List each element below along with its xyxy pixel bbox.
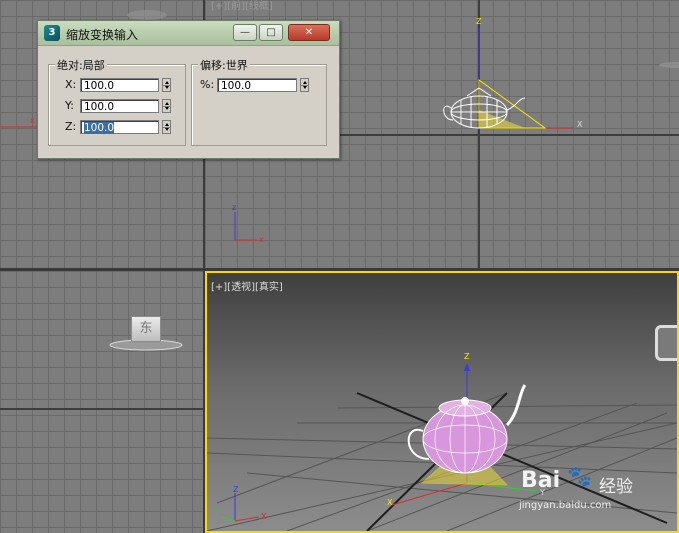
offset-percent-spinner[interactable]	[300, 78, 309, 92]
view-cube[interactable]: 东	[131, 316, 161, 342]
svg-text:X: X	[261, 512, 267, 521]
z-scale-field[interactable]: 100.0	[80, 120, 159, 134]
perspective-edge-object	[655, 325, 677, 361]
viewport-left[interactable]: 东	[0, 271, 203, 533]
svg-text:Y: Y	[214, 508, 220, 517]
absolute-local-group: 绝对:局部 X: 100.0 Y: 100.0 Z: 100.0	[48, 57, 186, 146]
maximize-button[interactable]: □	[259, 24, 283, 41]
y-label: Y:	[65, 99, 74, 112]
offset-percent-field[interactable]: 100.0	[217, 78, 297, 92]
svg-text:Z: Z	[464, 352, 470, 361]
svg-text:x: x	[259, 235, 264, 244]
svg-text:X: X	[387, 498, 393, 507]
svg-text:Z: Z	[233, 485, 239, 494]
front-mini-axis: x z	[232, 203, 264, 244]
svg-text:z: z	[232, 203, 236, 212]
x-scale-field[interactable]: 100.0	[80, 78, 159, 92]
app-icon: 3	[44, 25, 60, 41]
offset-world-title: 偏移:世界	[198, 57, 250, 73]
svg-text:Z: Z	[476, 17, 482, 26]
offset-world-group: 偏移:世界 %: 100.0	[191, 57, 327, 146]
y-scale-spinner[interactable]	[162, 99, 171, 113]
absolute-local-title: 绝对:局部	[55, 57, 107, 73]
paw-icon: 🐾	[567, 464, 592, 488]
svg-text:x: x	[30, 116, 35, 125]
percent-label: %:	[200, 78, 215, 91]
top-view-object	[127, 10, 167, 20]
dialog-title: 缩放变换输入	[66, 28, 139, 42]
perspective-mini-axis: Z Y X	[214, 485, 267, 522]
z-label: Z:	[65, 120, 77, 133]
scale-transform-dialog[interactable]: 3 缩放变换输入 — □ ✕ 绝对:局部 X: 100.0 Y: 100.0 Z…	[37, 20, 340, 159]
close-button[interactable]: ✕	[288, 24, 330, 41]
x-label: X:	[65, 78, 77, 91]
left-scene	[0, 339, 203, 410]
minimize-button[interactable]: —	[233, 24, 257, 41]
dialog-titlebar[interactable]: 3 缩放变换输入 — □ ✕	[38, 21, 339, 46]
svg-text:X: X	[577, 120, 583, 129]
z-scale-spinner[interactable]	[162, 120, 171, 134]
y-scale-field[interactable]: 100.0	[80, 99, 159, 113]
viewport-perspective[interactable]: [+][透视][真实] X Y Z Z Y X 🐾 Bai 经验 jingyan…	[205, 271, 679, 533]
perspective-teapot	[407, 384, 527, 474]
x-scale-spinner[interactable]	[162, 78, 171, 92]
